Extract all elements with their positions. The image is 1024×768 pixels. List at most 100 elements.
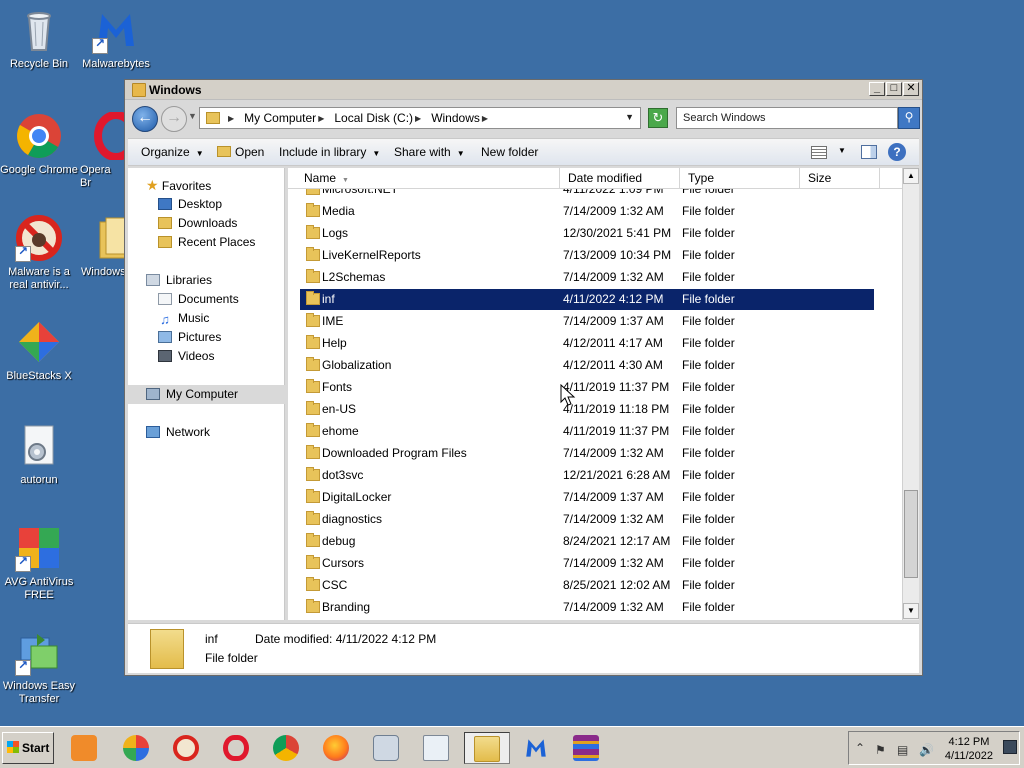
recent-pages-dropdown[interactable]: ▼ [188, 111, 197, 121]
column-header-size[interactable]: Size [800, 168, 880, 189]
nav-downloads[interactable]: Downloads [128, 214, 285, 233]
taskbar-windows-explorer[interactable] [464, 732, 510, 764]
include-in-library-button[interactable]: Include in library ▼ [279, 145, 380, 159]
taskbar-chrome[interactable] [266, 732, 306, 764]
back-button[interactable]: ← [132, 106, 158, 132]
vertical-scrollbar[interactable]: ▲ ▼ [902, 168, 919, 620]
desktop-icon-windows-folder[interactable]: Windows [76, 214, 124, 279]
file-row-globalization[interactable]: Globalization 4/12/2011 4:30 AM File folde… [300, 355, 874, 376]
address-bar[interactable]: ▶ My Computer ▶ Local Disk (C:) ▶ Windows ▶… [199, 107, 641, 129]
desktop-icon-opera[interactable]: Opera Br [64, 112, 124, 190]
file-row-ehome[interactable]: ehome 4/11/2019 11:37 PM File folder [300, 421, 874, 442]
desktop-icon-avg[interactable]: AVG AntiVirus FREE [0, 524, 78, 602]
nav-label: Recent Places [178, 235, 256, 249]
nav-libraries[interactable]: Libraries [128, 271, 285, 290]
help-icon[interactable]: ? [888, 143, 906, 161]
scroll-down-button[interactable]: ▼ [903, 603, 919, 619]
file-row-csc[interactable]: CSC 8/25/2021 12:02 AM File folder [300, 575, 874, 596]
file-row-diagnostics[interactable]: diagnostics 7/14/2009 1:32 AM File folder [300, 509, 874, 530]
nav-desktop[interactable]: Desktop [128, 195, 285, 214]
nav-music[interactable]: ♫ Music [128, 309, 285, 328]
file-row-help[interactable]: Help 4/12/2011 4:17 AM File folder [300, 333, 874, 354]
file-row-livekernelreports[interactable]: LiveKernelReports 7/13/2009 10:34 PM File … [300, 245, 874, 266]
taskbar-document[interactable] [416, 732, 456, 764]
nav-favorites[interactable]: ★ Favorites [128, 176, 285, 195]
forward-button[interactable]: → [161, 106, 187, 132]
folder-icon [306, 467, 320, 481]
column-header-date-modified[interactable]: Date modified [560, 168, 680, 189]
desktop-icon-recycle-bin[interactable]: Recycle Bin [0, 6, 78, 71]
file-row-downloaded-program-files[interactable]: Downloaded Program Files 7/14/2009 1:32 A… [300, 443, 874, 464]
refresh-button[interactable]: ↻ [648, 108, 668, 128]
column-header-type[interactable]: Type [680, 168, 800, 189]
file-row-l2schemas[interactable]: L2Schemas 7/14/2009 1:32 AM File folder [300, 267, 874, 288]
scroll-thumb[interactable] [904, 490, 918, 578]
taskbar-opera[interactable] [216, 732, 256, 764]
network-icon[interactable]: ▤ [897, 743, 908, 757]
clock[interactable]: 4:12 PM 4/11/2022 [945, 735, 993, 763]
taskbar-firefox[interactable] [316, 732, 356, 764]
desktop-icon-malware-warning[interactable]: Malware is a real antivir... [0, 214, 78, 292]
nav-recent-places[interactable]: Recent Places [128, 233, 285, 252]
minimize-button[interactable]: _ [869, 82, 885, 96]
action-center-flag-icon[interactable]: ⚑ [875, 743, 886, 757]
nav-videos[interactable]: Videos [128, 347, 285, 366]
address-dropdown-button[interactable]: ▼ [625, 112, 634, 122]
nav-documents[interactable]: Documents [128, 290, 285, 309]
desktop-icon-malwarebytes[interactable]: Malwarebytes [77, 6, 155, 71]
view-options-icon[interactable] [811, 146, 827, 159]
breadcrumb-root-arrow[interactable]: ▶ [226, 114, 238, 123]
file-row-branding[interactable]: Branding 7/14/2009 1:32 AM File folder [300, 597, 874, 618]
breadcrumb-local-disk[interactable]: Local Disk (C:) ▶ [334, 111, 425, 125]
file-name: ehome [322, 424, 359, 438]
taskbar-bluestacks[interactable] [116, 732, 156, 764]
search-icon[interactable]: ⚲ [898, 107, 920, 129]
file-row-ime[interactable]: IME 7/14/2009 1:37 AM File folder [300, 311, 874, 332]
column-header-name[interactable]: Name ▼ [288, 168, 560, 189]
file-row-media[interactable]: Media 7/14/2009 1:32 AM File folder [300, 201, 874, 222]
start-button[interactable]: Start [2, 732, 54, 764]
close-button[interactable]: ✕ [903, 82, 919, 96]
desktop-icon-windows-easy-transfer[interactable]: Windows Easy Transfer [0, 628, 78, 706]
file-row-cursors[interactable]: Cursors 7/14/2009 1:32 AM File folder [300, 553, 874, 574]
sort-arrow-icon: ▼ [342, 177, 349, 184]
scroll-up-button[interactable]: ▲ [903, 168, 919, 184]
breadcrumb-windows[interactable]: Windows ▶ [431, 111, 492, 125]
new-folder-button[interactable]: New folder [481, 145, 538, 159]
taskbar-malwarebytes[interactable] [516, 732, 556, 764]
nav-my-computer[interactable]: My Computer [128, 385, 285, 404]
details-pane: inf File folder Date modified: 4/11/2022… [128, 623, 919, 673]
nav-pictures[interactable]: Pictures [128, 328, 285, 347]
file-type: File folder [682, 189, 735, 196]
file-row-debug[interactable]: debug 8/24/2021 12:17 AM File folder [300, 531, 874, 552]
show-hidden-icons-button[interactable]: ⌃ [855, 741, 865, 755]
maximize-button[interactable]: □ [886, 82, 902, 96]
taskbar-winrar[interactable] [566, 732, 606, 764]
desktop-icon-bluestacks[interactable]: BlueStacks X [0, 318, 78, 383]
file-row-fonts[interactable]: Fonts 4/11/2019 11:37 PM File folder [300, 377, 874, 398]
volume-icon[interactable]: 🔊 [919, 743, 934, 757]
file-row-microsoft-net[interactable]: Microsoft.NET 4/11/2022 1:09 PM File folde… [300, 189, 874, 200]
show-desktop-button[interactable] [1003, 740, 1017, 754]
file-row-en-us[interactable]: en-US 4/11/2019 11:18 PM File folder [300, 399, 874, 420]
organize-button[interactable]: Organize ▼ [141, 145, 204, 159]
file-row-inf[interactable]: inf 4/11/2022 4:12 PM File folder [300, 289, 874, 310]
nav-network[interactable]: Network [128, 423, 285, 442]
view-dropdown-icon[interactable]: ▼ [838, 146, 846, 155]
search-input[interactable]: Search Windows [676, 107, 898, 129]
file-row-digitallocker[interactable]: DigitalLocker 7/14/2009 1:37 AM File folde… [300, 487, 874, 508]
file-row-dot3svc[interactable]: dot3svc 12/21/2021 6:28 AM File folder [300, 465, 874, 486]
title-bar[interactable]: Windows _ □ ✕ [125, 80, 922, 100]
nav-label: Pictures [178, 330, 222, 344]
taskbar-media-player[interactable] [64, 732, 104, 764]
desktop-icon-autorun[interactable]: autorun [0, 422, 78, 487]
taskbar-search-tool[interactable] [366, 732, 406, 764]
breadcrumb-my-computer[interactable]: My Computer ▶ [244, 111, 328, 125]
open-button[interactable]: Open [217, 145, 264, 159]
opera-icon [92, 112, 124, 161]
nav-label: My Computer [166, 387, 239, 401]
file-row-logs[interactable]: Logs 12/30/2021 5:41 PM File folder [300, 223, 874, 244]
taskbar-malware-warning[interactable] [166, 732, 206, 764]
share-with-button[interactable]: Share with ▼ [394, 145, 465, 159]
preview-pane-icon[interactable] [861, 145, 877, 159]
